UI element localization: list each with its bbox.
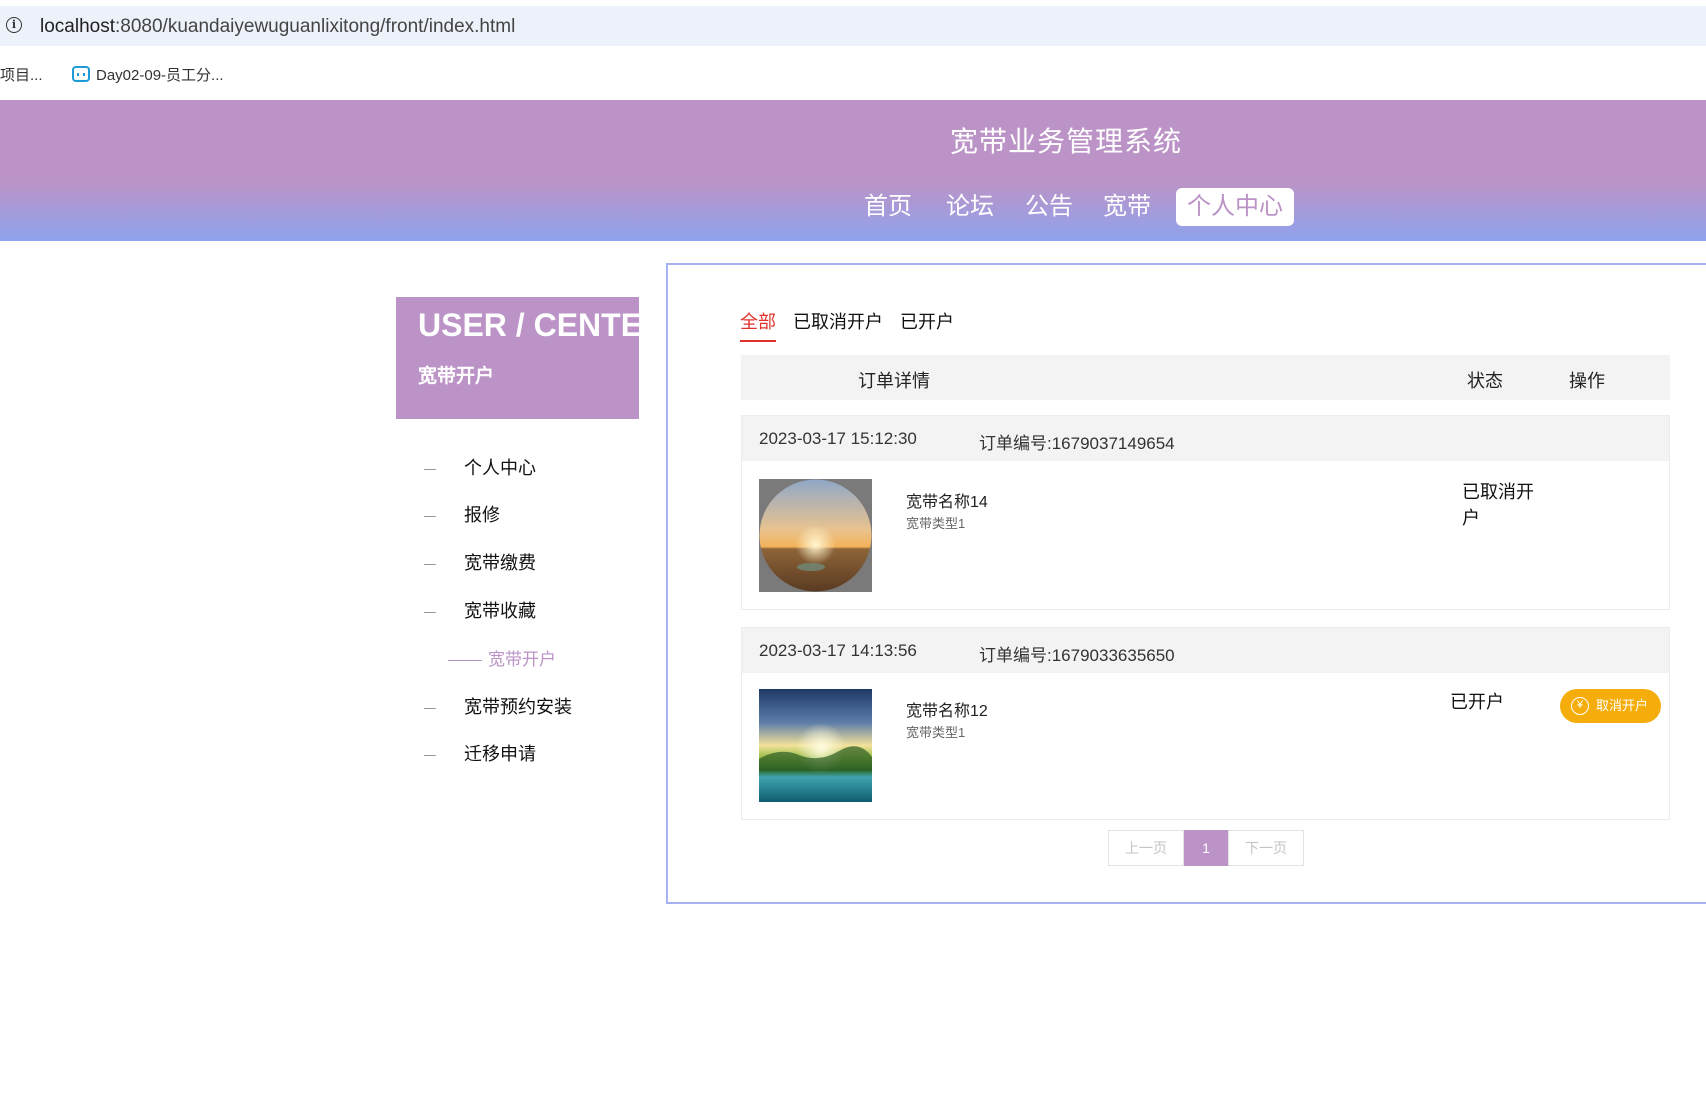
order-card: 2023-03-17 15:12:30 订单编号:1679037149654 宽… xyxy=(741,415,1670,610)
sidebar-item-open-account[interactable]: 宽带开户 xyxy=(448,645,556,670)
nav-forum[interactable]: 论坛 xyxy=(946,188,994,226)
header-order-detail: 订单详情 xyxy=(858,371,930,391)
site-info-icon[interactable]: i xyxy=(6,17,22,33)
order-time: 2023-03-17 14:13:56 xyxy=(759,641,917,660)
nav-broadband[interactable]: 宽带 xyxy=(1103,188,1151,226)
sidebar-header: USER / CENTER 宽带开户 xyxy=(396,297,665,419)
pagination: 上一页 1 下一页 xyxy=(1108,830,1304,866)
lake-sunrise-image[interactable] xyxy=(759,689,872,802)
product-name: 宽带名称12 xyxy=(906,703,988,720)
sidebar-item-migration[interactable]: 迁移申请 xyxy=(424,740,536,766)
order-number: 订单编号:1679037149654 xyxy=(979,434,1175,453)
main-nav: 首页 论坛 公告 宽带 个人中心 xyxy=(0,188,1706,228)
url-text[interactable]: localhost:8080/kuandaiyewuguanlixitong/f… xyxy=(40,16,515,38)
order-number: 订单编号:1679033635650 xyxy=(979,646,1175,665)
bookmark-day02[interactable]: Day02-09-员工分... xyxy=(72,64,224,85)
page-1-button[interactable]: 1 xyxy=(1184,830,1228,866)
address-bar[interactable]: i localhost:8080/kuandaiyewuguanlixitong… xyxy=(0,6,1706,46)
sidebar-item-install-booking[interactable]: 宽带预约安装 xyxy=(424,693,572,719)
site-title: 宽带业务管理系统 xyxy=(950,126,1183,157)
sidebar-title: USER / CENTER xyxy=(418,307,666,343)
sidebar-item-favorites[interactable]: 宽带收藏 xyxy=(424,597,536,623)
order-time: 2023-03-17 15:12:30 xyxy=(759,429,917,448)
order-card: 2023-03-17 14:13:56 订单编号:1679033635650 宽… xyxy=(741,627,1670,820)
order-header: 2023-03-17 15:12:30 订单编号:1679037149654 xyxy=(742,416,1669,461)
header-action: 操作 xyxy=(1569,371,1605,391)
next-page-button[interactable]: 下一页 xyxy=(1228,830,1304,866)
bilibili-icon xyxy=(72,66,90,82)
nav-user-center[interactable]: 个人中心 xyxy=(1176,188,1294,226)
tab-all[interactable]: 全部 xyxy=(740,308,776,342)
sidebar-item-user-center[interactable]: 个人中心 xyxy=(424,454,536,480)
sidebar-item-payment[interactable]: 宽带缴费 xyxy=(424,549,536,575)
yen-icon: ¥ xyxy=(1571,697,1589,715)
header-status: 状态 xyxy=(1467,371,1503,391)
order-status: 已取消开户 xyxy=(1462,482,1534,528)
sidebar-item-repair[interactable]: 报修 xyxy=(424,501,500,527)
sidebar-subtitle: 宽带开户 xyxy=(418,366,495,387)
tab-opened[interactable]: 已开户 xyxy=(900,308,954,340)
prev-page-button[interactable]: 上一页 xyxy=(1108,830,1184,866)
bookmark-project[interactable]: 项目... xyxy=(0,64,43,85)
desert-sunset-image[interactable] xyxy=(759,479,872,592)
order-status: 已开户 xyxy=(1450,692,1504,712)
site-header: 宽带业务管理系统 首页 论坛 公告 宽带 个人中心 xyxy=(0,100,1706,241)
product-type: 宽带类型1 xyxy=(906,516,966,531)
bookmarks-bar: 项目... Day02-09-员工分... xyxy=(0,56,1706,92)
nav-home[interactable]: 首页 xyxy=(864,188,912,226)
order-header: 2023-03-17 14:13:56 订单编号:1679033635650 xyxy=(742,628,1669,673)
product-type: 宽带类型1 xyxy=(906,725,966,740)
tab-cancelled[interactable]: 已取消开户 xyxy=(793,308,883,340)
cancel-account-button[interactable]: ¥ 取消开户 xyxy=(1560,689,1661,723)
nav-notice[interactable]: 公告 xyxy=(1025,188,1073,226)
product-name: 宽带名称14 xyxy=(906,494,988,511)
table-header: 订单详情 状态 操作 xyxy=(741,355,1670,400)
